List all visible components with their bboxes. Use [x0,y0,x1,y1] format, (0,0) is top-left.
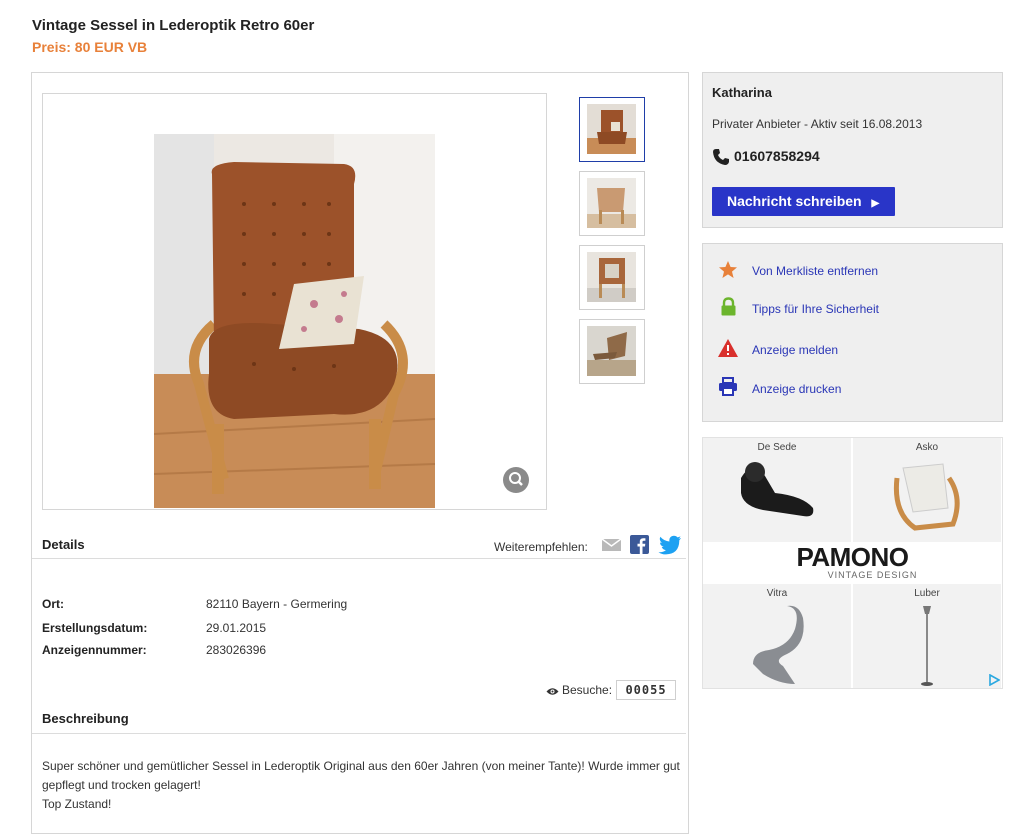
send-message-button[interactable]: Nachricht schreiben ▶ [712,187,895,216]
panton-chair-image [753,605,804,684]
ad-item-luber[interactable]: Luber [853,584,1001,688]
star-icon [718,260,738,283]
seller-subtitle: Privater Anbieter - Aktiv seit 16.08.201… [712,117,923,131]
thumbnail-photo [587,326,636,376]
description-text: Super schöner und gemütlicher Sessel in … [42,757,682,814]
description-line-2: gepflegt und trocken gelagert! [42,778,201,792]
email-share-icon[interactable] [601,537,622,556]
ad-brand-label: Luber [914,588,940,599]
thumbnail-photo [587,104,636,154]
phone-icon [712,148,730,169]
ad-item-vitra[interactable]: Vitra [703,584,851,688]
ad-brand-label: Vitra [766,588,788,599]
chair-photo [154,134,435,508]
ad-brand-label: Asko [915,442,939,453]
eye-icon [546,685,559,699]
detail-value-id: 283026396 [206,643,267,657]
visits-label: Besuche: [562,683,613,697]
seller-name: Katharina [712,85,772,100]
detail-label-id: Anzeigennummer: [42,643,147,657]
play-arrow-icon: ▶ [871,198,880,209]
black-sofa-image [741,462,814,517]
main-image[interactable] [154,134,435,508]
listing-title: Vintage Sessel in Lederoptik Retro 60er [32,17,315,34]
detail-value-date: 29.01.2015 [206,621,267,635]
description-line-3: Top Zustand! [42,797,112,811]
facebook-share-icon[interactable] [630,535,649,557]
description-heading: Beschreibung [42,711,129,726]
detail-label-ort: Ort: [42,597,64,611]
action-security-tips[interactable]: Tipps für Ihre Sicherheit [752,302,879,316]
warning-icon [717,338,739,361]
adchoices-icon[interactable] [988,673,1001,689]
zoom-button[interactable] [503,467,529,493]
thumbnail-4[interactable] [579,319,645,384]
twitter-share-icon[interactable] [658,535,682,558]
lounge-chair-image [893,463,960,531]
lock-icon [720,297,737,320]
advertisement[interactable]: De Sede Asko PAMONO VINTAGE DESIGN Vitra… [702,437,1003,689]
thumbnail-1[interactable] [579,97,645,162]
details-divider [32,558,686,559]
action-report-ad[interactable]: Anzeige melden [752,343,838,357]
send-message-label: Nachricht schreiben [727,193,862,209]
ad-item-de-sede[interactable]: De Sede [703,438,851,542]
detail-label-date: Erstellungsdatum: [42,621,148,635]
share-label: Weiterempfehlen: [494,540,588,554]
action-print-ad[interactable]: Anzeige drucken [752,382,841,396]
detail-value-ort: 82110 Bayern - Germering [206,597,348,611]
description-line-1: Super schöner und gemütlicher Sessel in … [42,759,680,773]
details-heading: Details [42,537,85,552]
ad-item-asko[interactable]: Asko [853,438,1001,542]
floor-lamp-image [921,606,933,686]
seller-phone[interactable]: 01607858294 [734,148,820,164]
thumbnail-photo [587,252,636,302]
description-divider [32,733,686,734]
thumbnail-photo [587,178,636,228]
visits-counter: 00055 [616,680,676,700]
ad-brand-label: De Sede [757,442,797,453]
ad-logo-banner: PAMONO VINTAGE DESIGN [703,543,1002,583]
ad-tagline: VINTAGE DESIGN [827,570,918,580]
listing-price: Preis: 80 EUR VB [32,39,148,55]
thumbnail-2[interactable] [579,171,645,236]
thumbnail-3[interactable] [579,245,645,310]
printer-icon [718,377,738,399]
magnifier-icon [509,472,523,486]
ad-logo: PAMONO [796,542,909,572]
action-remove-watchlist[interactable]: Von Merkliste entfernen [752,264,878,278]
